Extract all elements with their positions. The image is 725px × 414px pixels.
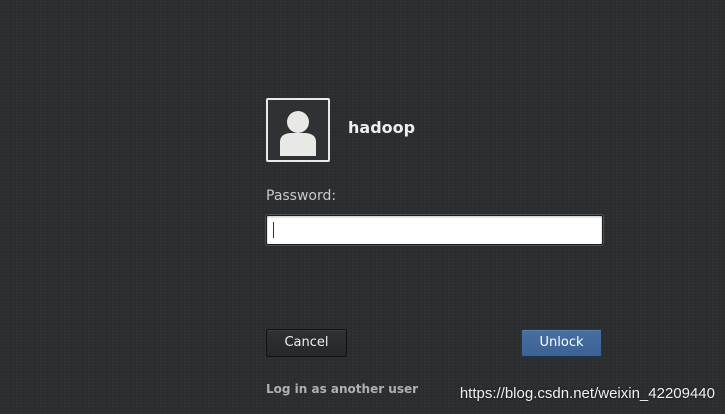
log-in-as-another-user-link[interactable]: Log in as another user: [266, 381, 418, 397]
user-silhouette-icon: [268, 100, 328, 160]
avatar: [266, 98, 330, 162]
unlock-button[interactable]: Unlock: [521, 329, 602, 357]
password-field[interactable]: [266, 215, 603, 245]
password-label: Password:: [266, 188, 337, 204]
cancel-button[interactable]: Cancel: [266, 329, 347, 357]
watermark-url: https://blog.csdn.net/weixin_42209440: [459, 385, 715, 402]
username-label: hadoop: [348, 118, 416, 137]
text-caret: [273, 222, 274, 238]
